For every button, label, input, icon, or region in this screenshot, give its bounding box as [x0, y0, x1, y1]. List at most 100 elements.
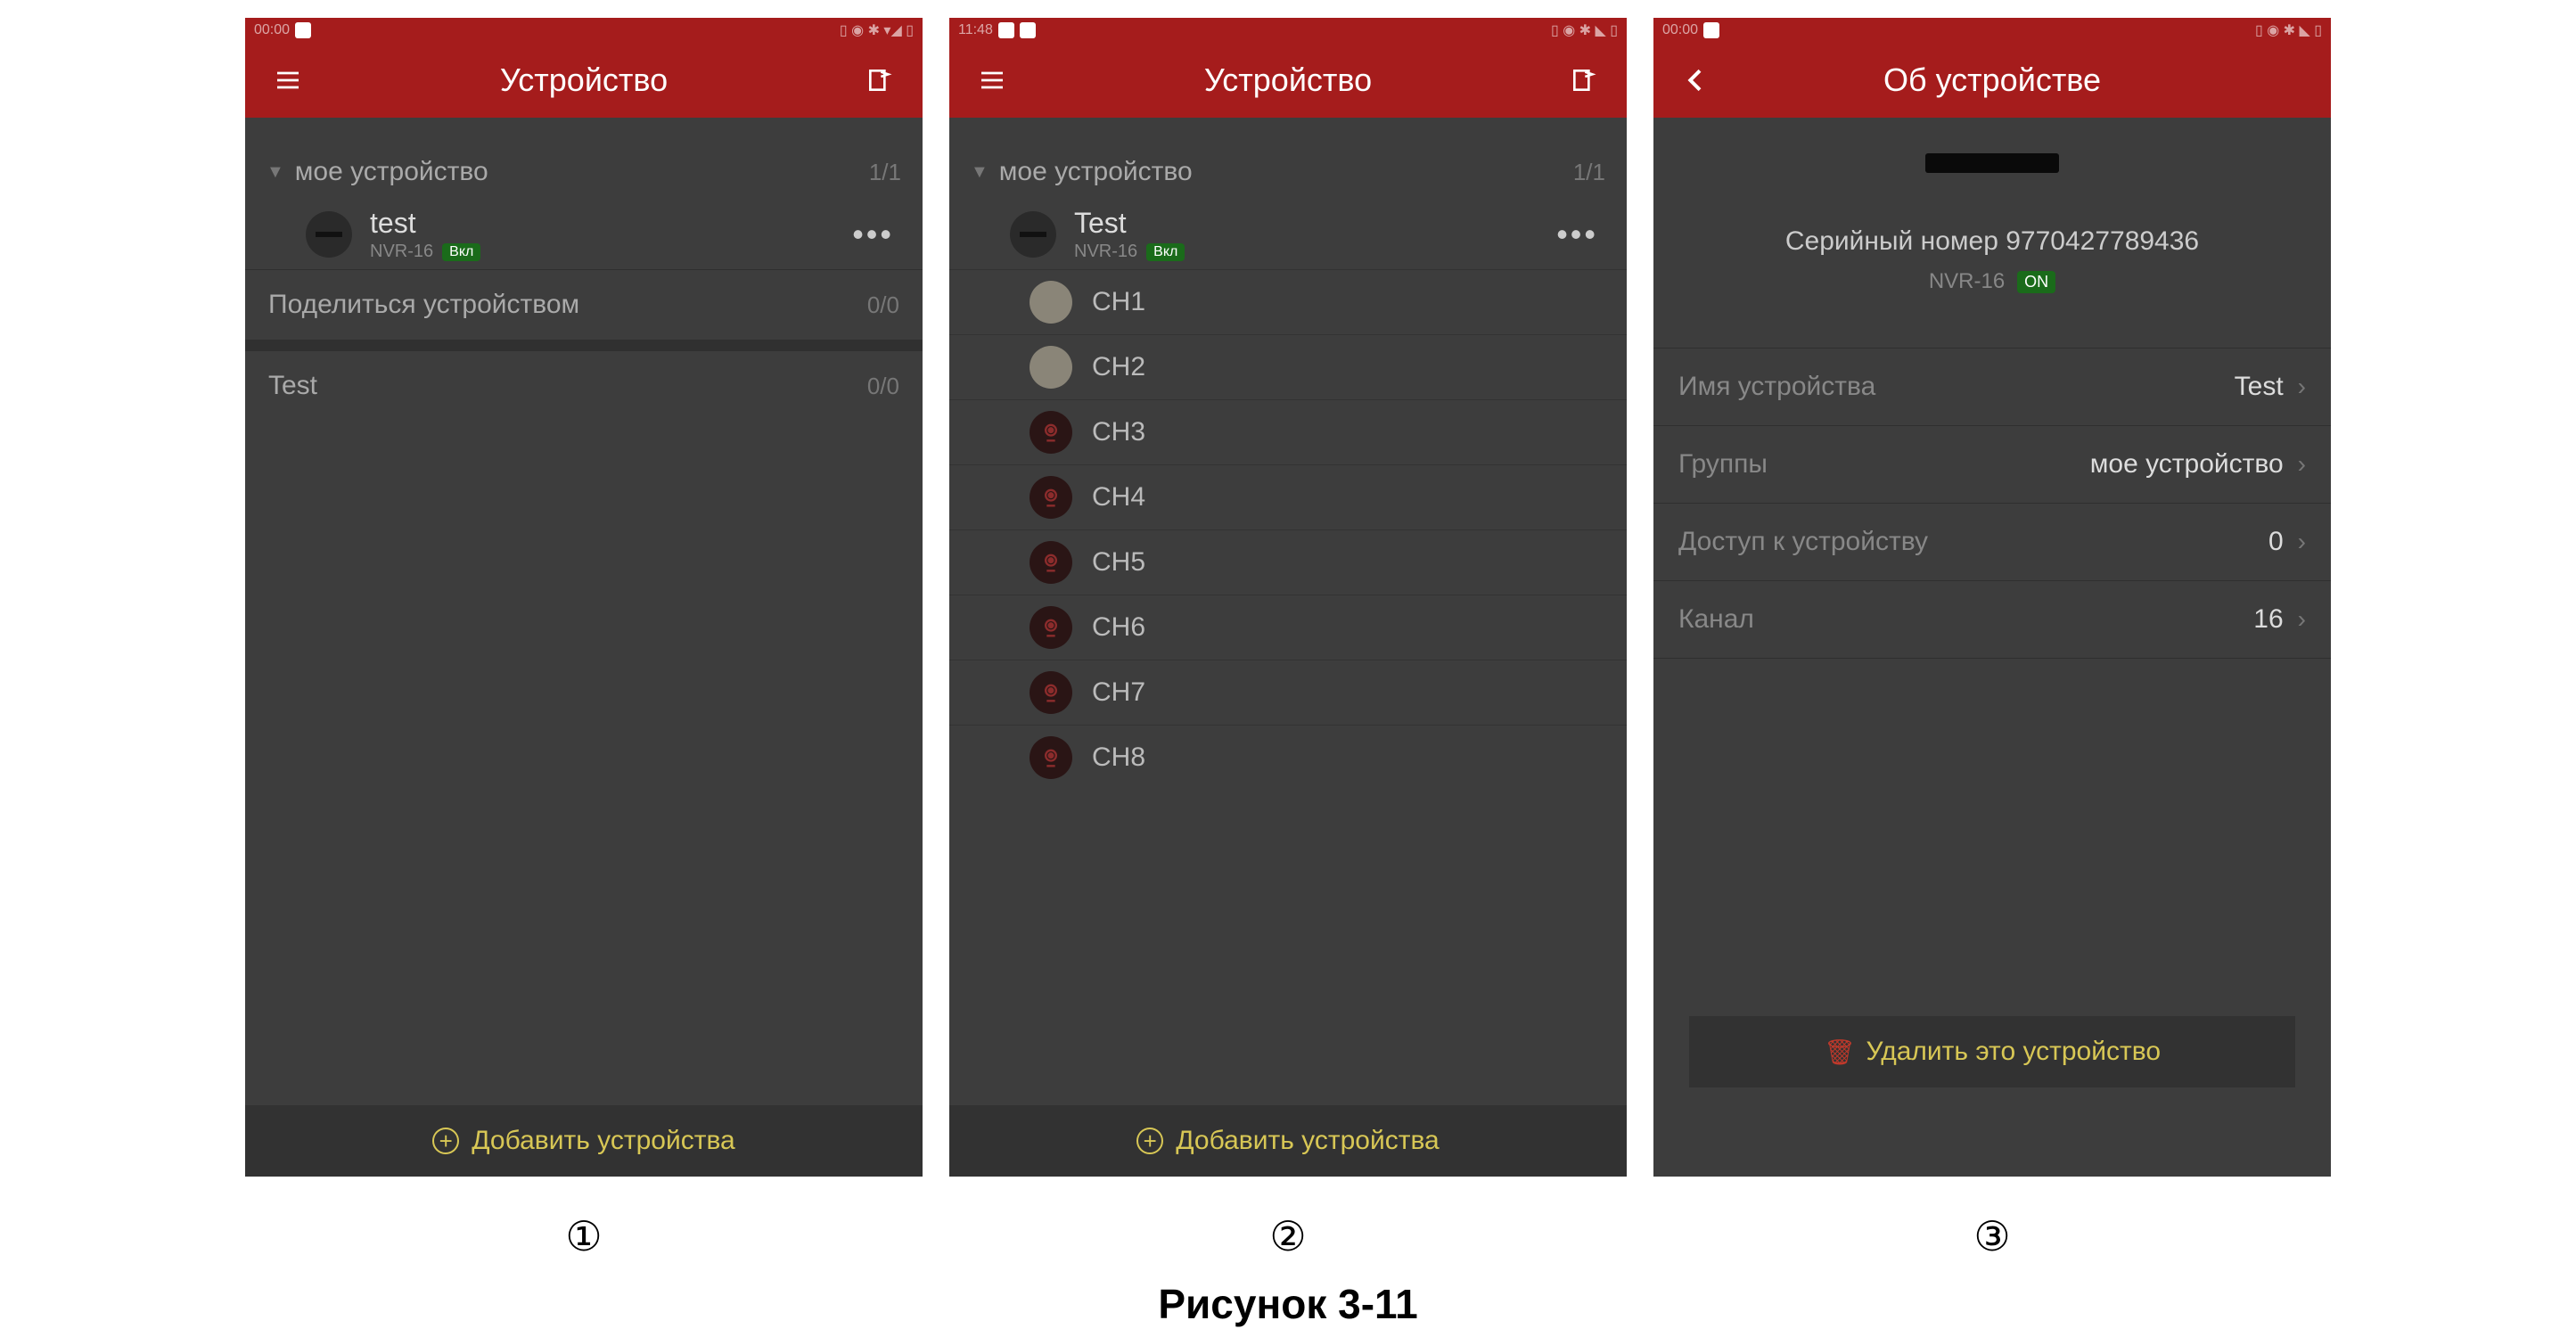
device-row[interactable]: Test NVR-16 Вкл ••• [949, 200, 1627, 269]
group-name: мое устройство [999, 157, 1193, 187]
more-icon[interactable]: ••• [845, 216, 901, 253]
edit-icon[interactable] [862, 62, 898, 98]
share-device-row[interactable]: Поделиться устройством 0/0 [245, 269, 923, 340]
channel-row[interactable]: CH7 [949, 660, 1627, 725]
status-time: 00:00 [1662, 22, 1698, 38]
camera-live-icon [1030, 281, 1072, 324]
channel-row[interactable]: CH5 [949, 529, 1627, 595]
caret-down-icon: ▼ [971, 162, 989, 183]
caret-down-icon: ▼ [267, 162, 284, 183]
more-icon[interactable]: ••• [1549, 216, 1605, 253]
chevron-right-icon: › [2298, 373, 2306, 401]
channel-row[interactable]: CH2 [949, 334, 1627, 399]
channel-name: CH1 [1092, 287, 1145, 317]
channel-name: CH2 [1092, 352, 1145, 382]
channel-name: CH3 [1092, 417, 1145, 447]
test-label: Test [268, 371, 317, 401]
app-icon [295, 22, 311, 38]
status-icons: ▯ ◉ ✱ ◣ ▯ [2255, 21, 2322, 39]
channel-row[interactable]: CH6 [949, 595, 1627, 660]
camera-off-icon [1030, 671, 1072, 714]
share-count: 0/0 [867, 291, 899, 319]
group-row[interactable]: ▼ мое устройство 1/1 [949, 144, 1627, 200]
row-label: Имя устройства [1678, 372, 1875, 402]
status-badge: Вкл [1146, 243, 1185, 261]
row-label: Группы [1678, 449, 1768, 480]
status-bar: 00:00 ▯ ◉ ✱ ▾◢ ▯ [245, 18, 923, 43]
channel-name: CH8 [1092, 742, 1145, 773]
add-label: Добавить устройства [1176, 1126, 1439, 1156]
status-bar: 00:00 ▯ ◉ ✱ ◣ ▯ [1653, 18, 2331, 43]
phone-body: Серийный номер 9770427789436 NVR-16 ON И… [1653, 118, 2331, 1177]
row-device-name[interactable]: Имя устройства Test › [1653, 348, 2331, 425]
channel-name: CH6 [1092, 612, 1145, 643]
menu-icon[interactable] [270, 62, 306, 98]
row-label: Канал [1678, 604, 1754, 635]
menu-icon[interactable] [974, 62, 1010, 98]
group-count: 1/1 [1573, 159, 1605, 186]
channel-row[interactable]: CH1 [949, 269, 1627, 334]
trash-icon: 🗑 [1824, 1038, 1856, 1067]
edit-icon[interactable] [1566, 62, 1602, 98]
screen-label-2: ② [1269, 1212, 1306, 1260]
status-badge: Вкл [442, 243, 480, 261]
screen-label-3: ③ [1973, 1212, 2010, 1260]
header-title: Об устройстве [1714, 62, 2270, 99]
status-time: 00:00 [254, 22, 290, 38]
channel-name: CH4 [1092, 482, 1145, 513]
channel-row[interactable]: CH8 [949, 725, 1627, 790]
camera-off-icon [1030, 736, 1072, 779]
add-device-button[interactable]: + Добавить устройства [245, 1105, 923, 1177]
app-header: Об устройстве [1653, 43, 2331, 118]
plus-icon: + [432, 1128, 459, 1154]
channel-name: CH7 [1092, 677, 1145, 708]
group-row[interactable]: ▼ мое устройство 1/1 [245, 144, 923, 200]
app-header: Устройство [245, 43, 923, 118]
channel-row[interactable]: CH3 [949, 399, 1627, 464]
delete-device-button[interactable]: 🗑 Удалить это устройство [1689, 1016, 2295, 1087]
app-icon [1703, 22, 1719, 38]
share-label: Поделиться устройством [268, 290, 579, 320]
delete-label: Удалить это устройство [1866, 1037, 2162, 1067]
row-value: Test [2235, 372, 2284, 402]
row-value: мое устройство [2090, 449, 2284, 480]
device-image [1925, 153, 2059, 173]
plus-icon: + [1136, 1128, 1163, 1154]
add-device-button[interactable]: + Добавить устройства [949, 1105, 1627, 1177]
device-model: NVR-16 [1074, 242, 1137, 262]
row-access[interactable]: Доступ к устройству 0 › [1653, 503, 2331, 580]
status-badge: ON [2017, 271, 2055, 293]
app-icon [1020, 22, 1036, 38]
test-count: 0/0 [867, 373, 899, 400]
add-label: Добавить устройства [472, 1126, 734, 1156]
camera-off-icon [1030, 411, 1072, 454]
row-channel[interactable]: Канал 16 › [1653, 580, 2331, 658]
channel-row[interactable]: CH4 [949, 464, 1627, 529]
status-icons: ▯ ◉ ✱ ◣ ▯ [1551, 21, 1618, 39]
channel-name: CH5 [1092, 547, 1145, 578]
status-bar: 11:48 ▯ ◉ ✱ ◣ ▯ [949, 18, 1627, 43]
camera-off-icon [1030, 476, 1072, 519]
camera-off-icon [1030, 606, 1072, 649]
serial-number: Серийный номер 9770427789436 [1653, 226, 2331, 257]
header-title: Устройство [1010, 62, 1566, 99]
chevron-right-icon: › [2298, 605, 2306, 634]
back-icon[interactable] [1678, 62, 1714, 98]
group-name: мое устройство [295, 157, 488, 187]
chevron-right-icon: › [2298, 528, 2306, 556]
row-value: 16 [2253, 604, 2283, 635]
screen-1-devices: 00:00 ▯ ◉ ✱ ▾◢ ▯ Устройство ▼ мое устрой… [245, 18, 923, 1177]
test-group-row[interactable]: Test 0/0 [245, 350, 923, 421]
camera-off-icon [1030, 541, 1072, 584]
header-title: Устройство [306, 62, 862, 99]
row-groups[interactable]: Группы мое устройство › [1653, 425, 2331, 503]
device-name: test [370, 207, 480, 240]
figure-caption: Рисунок 3-11 [0, 1280, 2576, 1328]
device-row[interactable]: test NVR-16 Вкл ••• [245, 200, 923, 269]
device-icon [1010, 211, 1056, 258]
device-model: NVR-16 [370, 242, 433, 262]
chevron-right-icon: › [2298, 450, 2306, 479]
screen-label-1: ① [565, 1212, 602, 1260]
app-icon [998, 22, 1014, 38]
camera-live-icon [1030, 346, 1072, 389]
